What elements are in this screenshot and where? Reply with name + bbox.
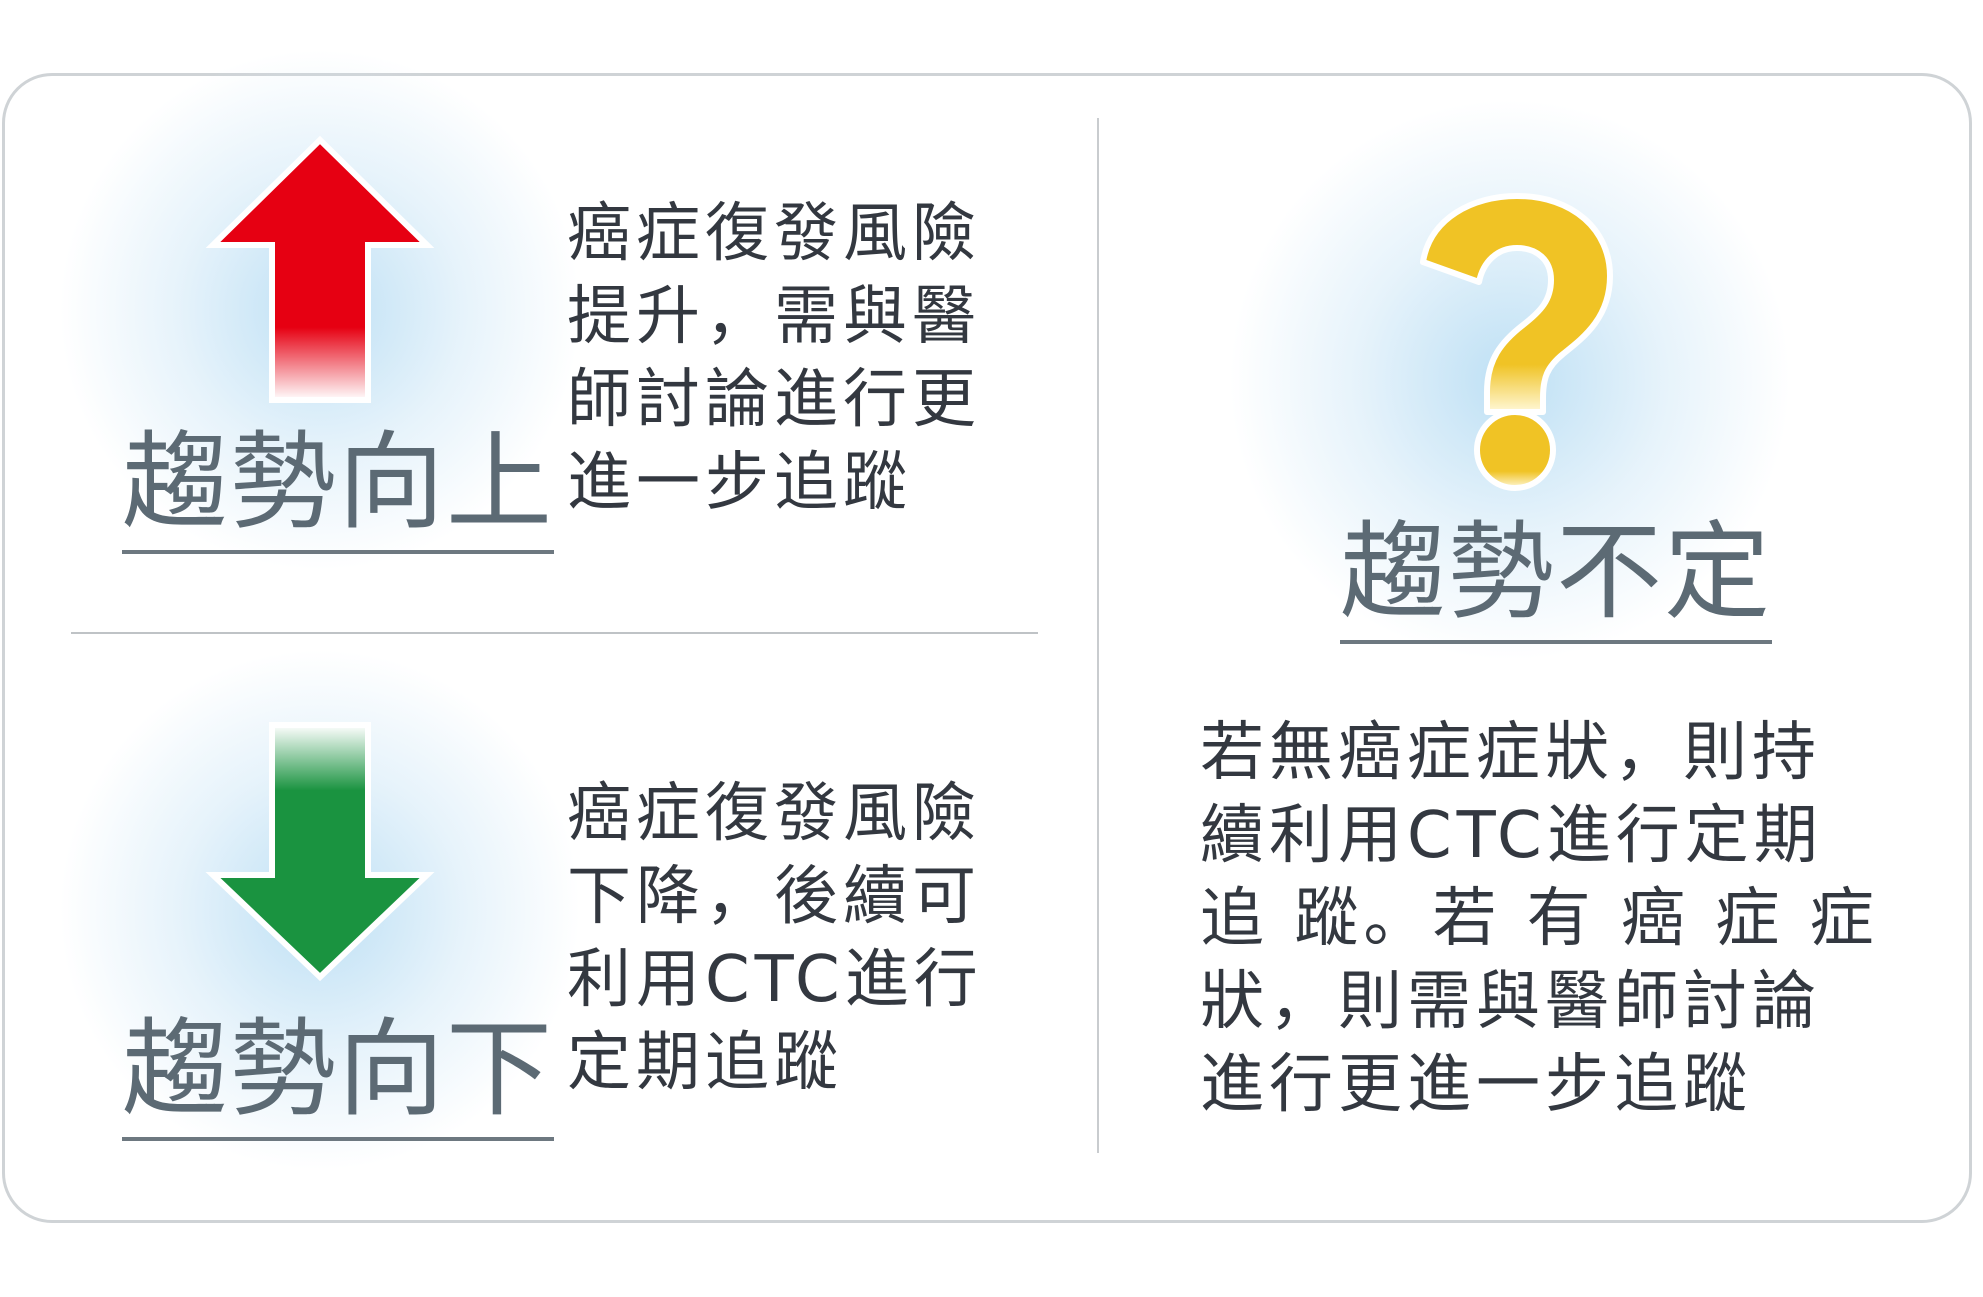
vertical-divider <box>1097 118 1099 1153</box>
description-line: 提升，需與醫 <box>567 280 981 354</box>
arrow-up-icon <box>205 135 435 409</box>
arrow-down-icon <box>205 720 435 986</box>
question-mark-icon <box>1405 190 1625 499</box>
trend-uncertain-label: 趨勢不定 <box>1340 520 1772 644</box>
horizontal-divider <box>71 632 1038 634</box>
description-line: 進一步追蹤 <box>567 446 912 520</box>
description-line: 追 蹤。若 有 癌 症 症 <box>1200 882 1879 956</box>
description-line: 師討論進行更 <box>567 363 981 437</box>
trend-up-label: 趨勢向上 <box>122 430 554 554</box>
trend-up-description: 癌症復發風險 提升，需與醫 師討論進行更 進一步追蹤 <box>567 193 981 525</box>
description-line: 利用CTC進行 <box>567 943 983 1017</box>
description-line: 下降，後續可 <box>567 860 981 934</box>
description-line: 續利用CTC進行定期 <box>1200 799 1823 873</box>
trend-down-description: 癌症復發風險 下降，後續可 利用CTC進行 定期追蹤 <box>567 773 983 1105</box>
description-line: 癌症復發風險 <box>567 197 981 271</box>
description-line: 進行更進一步追蹤 <box>1200 1048 1752 1122</box>
description-line: 定期追蹤 <box>567 1026 843 1100</box>
trend-uncertain-description: 若無癌症症狀，則持 續利用CTC進行定期 追 蹤。若 有 癌 症 症 狀，則需與… <box>1200 712 1879 1127</box>
description-line: 若無癌症症狀，則持 <box>1200 716 1821 790</box>
description-line: 癌症復發風險 <box>567 777 981 851</box>
description-line: 狀，則需與醫師討論 <box>1200 965 1821 1039</box>
trend-down-label: 趨勢向下 <box>122 1017 554 1141</box>
